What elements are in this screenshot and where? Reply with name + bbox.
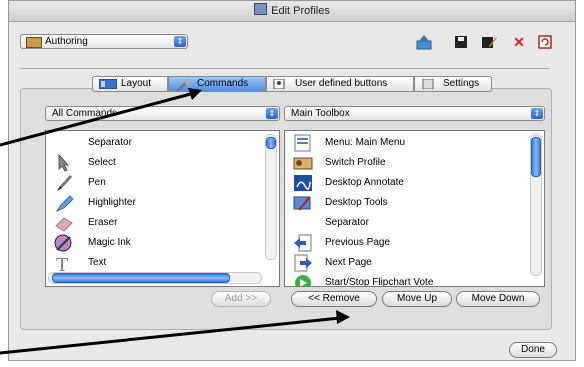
annotation-arrows [0, 88, 350, 355]
annotation-arrow-commands [0, 90, 199, 147]
arrowhead-icon [188, 88, 202, 100]
annotation-arrow-remove [0, 316, 341, 355]
arrowhead-icon [336, 310, 350, 324]
